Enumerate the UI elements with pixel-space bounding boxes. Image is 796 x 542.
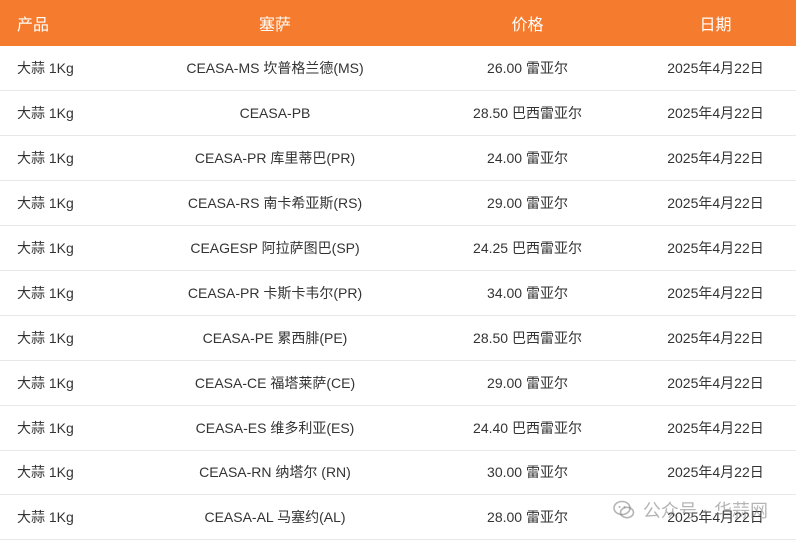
cell-date: 2025年4月22日 [667, 329, 764, 346]
cell-price: 28.00 雷亚尔 [487, 509, 568, 526]
cell-date: 2025年4月22日 [667, 60, 764, 77]
table-row: 大蒜 1Kg CEASA-RS 南卡希亚斯(RS) 29.00 雷亚尔 2025年4月… [0, 181, 796, 226]
cell-date: 2025年4月22日 [667, 374, 764, 391]
cell-date: 2025年4月22日 [667, 105, 764, 122]
cell-product: 大蒜 1Kg [17, 195, 74, 212]
price-table: 产品 塞萨 价格 日期 大蒜 1Kg CEASA-MS 坎普格兰德(MS) 26.0… [0, 0, 796, 540]
cell-product: 大蒜 1Kg [17, 240, 74, 256]
table-row: 大蒜 1Kg CEASA-PE 累西腓(PE) 28.50 巴西雷亚尔 2025年4月… [0, 315, 796, 361]
header-market: 塞萨 [258, 17, 291, 34]
cell-date: 2025年4月22日 [667, 419, 764, 436]
cell-market: CEASA-RN 纳塔尔 (RN) [199, 464, 351, 481]
cell-product: 大蒜 1Kg [17, 105, 74, 122]
cell-price: 26.00 雷亚尔 [487, 60, 568, 77]
table-row: 大蒜 1Kg CEASA-MS 坎普格兰德(MS) 26.00 雷亚尔 2025年4月… [0, 46, 796, 91]
table-row: 大蒜 1Kg CEASA-PR 卡斯卡韦尔(PR) 34.00 雷亚尔 2025年4月… [0, 270, 796, 316]
cell-market: CEASA-CE 福塔莱萨(CE) [194, 374, 356, 391]
cell-price: 29.00 雷亚尔 [487, 374, 568, 391]
cell-price: 28.50 巴西雷亚尔 [473, 329, 582, 346]
table-row: 大蒜 1Kg CEASA-ES 维多利亚(ES) 24.40 巴西雷亚尔 2025年4… [0, 405, 796, 451]
cell-product: 大蒜 1Kg [17, 60, 74, 77]
cell-market: CEASA-PR 卡斯卡韦尔(PR) [187, 284, 363, 301]
cell-product: 大蒜 1Kg [17, 419, 74, 436]
cell-market: CEASA-AL 马塞约(AL) [204, 509, 346, 526]
header-date: 日期 [699, 17, 732, 34]
cell-price: 30.00 雷亚尔 [487, 464, 568, 481]
table-row: 大蒜 1Kg CEASA-CE 福塔莱萨(CE) 29.00 雷亚尔 2025年4月2… [0, 360, 796, 406]
cell-product: 大蒜 1Kg [17, 464, 74, 481]
cell-date: 2025年4月22日 [667, 150, 764, 167]
cell-market: CEASA-PE 累西腓(PE) [202, 329, 348, 346]
table-row: 大蒜 1Kg CEASA-AL 马塞约(AL) 28.00 雷亚尔 2025年4月22… [0, 495, 796, 540]
cell-market: CEASA-MS 坎普格兰德(MS) [186, 60, 364, 77]
cell-market: CEASA-PB [239, 105, 311, 122]
cell-date: 2025年4月22日 [667, 509, 764, 526]
cell-market: CEASA-PR 库里蒂巴(PR) [194, 150, 356, 167]
table-body: 大蒜 1Kg CEASA-MS 坎普格兰德(MS) 26.00 雷亚尔 2025年4月… [0, 46, 796, 540]
header-product: 产品 [17, 17, 50, 34]
cell-date: 2025年4月22日 [667, 284, 764, 301]
cell-product: 大蒜 1Kg [17, 284, 74, 301]
cell-date: 2025年4月22日 [667, 464, 764, 481]
cell-market: CEAGESP 阿拉萨图巴(SP) [190, 240, 360, 256]
cell-price: 28.50 巴西雷亚尔 [473, 105, 582, 122]
cell-product: 大蒜 1Kg [17, 374, 74, 391]
cell-product: 大蒜 1Kg [17, 150, 74, 167]
table-row: 大蒜 1Kg CEAGESP 阿拉萨图巴(SP) 24.25 巴西雷亚尔 2025年4… [0, 226, 796, 271]
cell-date: 2025年4月22日 [667, 240, 764, 256]
header-price: 价格 [511, 17, 544, 34]
cell-product: 大蒜 1Kg [17, 329, 74, 346]
cell-price: 29.00 雷亚尔 [487, 195, 568, 212]
cell-market: CEASA-RS 南卡希亚斯(RS) [187, 195, 363, 212]
table-row: 大蒜 1Kg CEASA-PB 28.50 巴西雷亚尔 2025年4月22日 [0, 91, 796, 136]
cell-price: 24.40 巴西雷亚尔 [473, 419, 582, 436]
cell-price: 24.25 巴西雷亚尔 [473, 240, 582, 256]
table-row: 大蒜 1Kg CEASA-PR 库里蒂巴(PR) 24.00 雷亚尔 2025年4月2… [0, 136, 796, 181]
table-row: 大蒜 1Kg CEASA-RN 纳塔尔 (RN) 30.00 雷亚尔 2025年4月2… [0, 450, 796, 495]
header-row: 产品 塞萨 价格 日期 [0, 0, 796, 46]
cell-product: 大蒜 1Kg [17, 509, 74, 526]
cell-price: 34.00 雷亚尔 [487, 284, 568, 301]
cell-market: CEASA-ES 维多利亚(ES) [195, 419, 355, 436]
cell-date: 2025年4月22日 [667, 195, 764, 212]
cell-price: 24.00 雷亚尔 [487, 150, 568, 167]
table-header: 产品 塞萨 价格 日期 [0, 0, 796, 46]
